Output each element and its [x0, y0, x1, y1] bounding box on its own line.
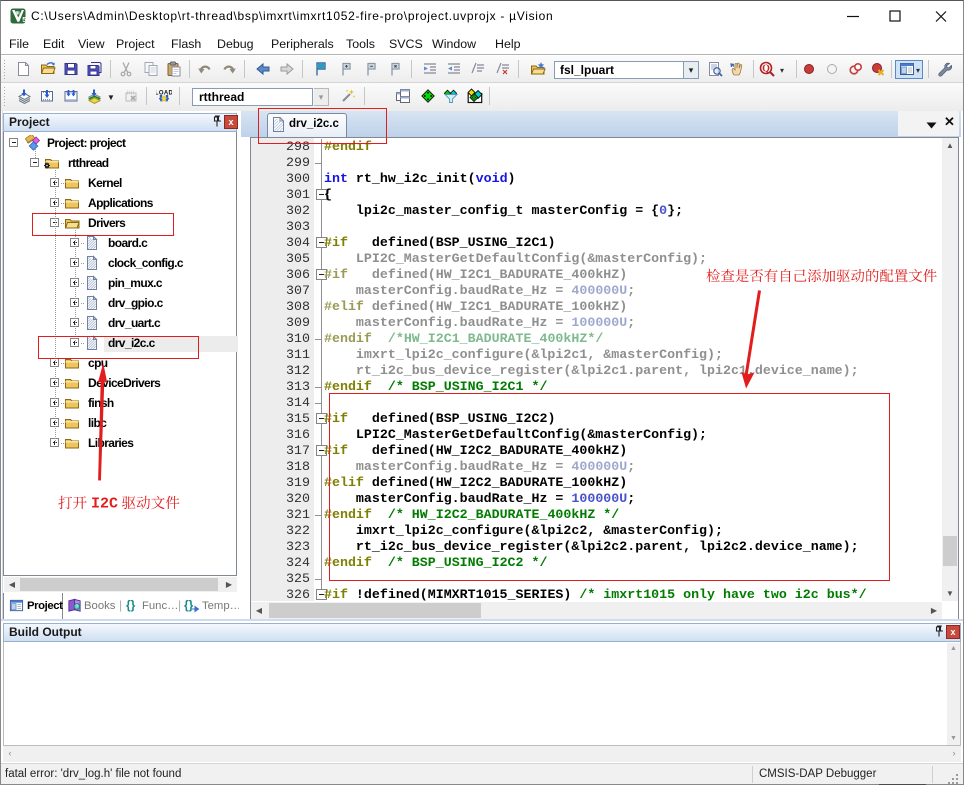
svg-text:Q: Q	[762, 64, 770, 75]
svg-text:I2C: I2C	[91, 495, 118, 512]
svg-text:?: ?	[75, 605, 78, 611]
svg-text:5: 5	[22, 15, 26, 24]
